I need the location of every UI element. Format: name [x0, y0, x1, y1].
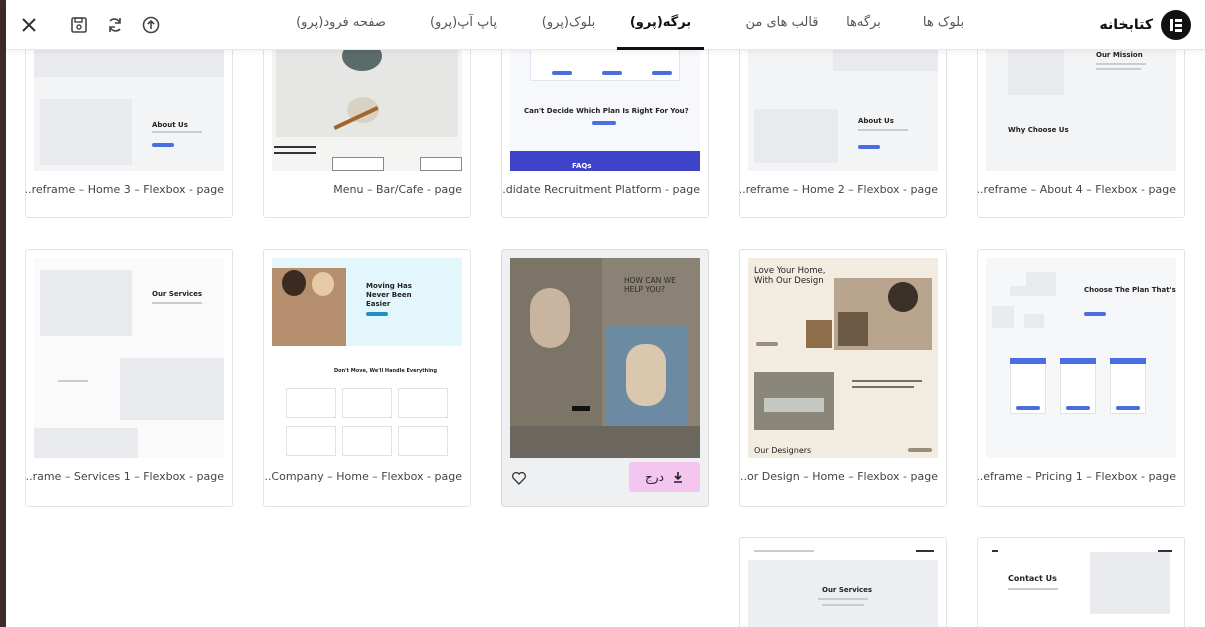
thumb-heading: Our Mission	[1096, 51, 1143, 59]
tab-pages[interactable]: برگه‌ها	[836, 0, 891, 50]
library-logo: کتابخانه	[1100, 10, 1191, 40]
background-edge	[0, 0, 6, 627]
thumb-heading: Can't Decide Which Plan Is Right For You…	[524, 107, 689, 115]
template-card[interactable]: Love Your Home, With Our Design Our Desi…	[739, 249, 947, 507]
thumb-heading: Our Designers	[754, 446, 812, 455]
upload-icon[interactable]	[139, 13, 163, 37]
thumb-heading: Our Services	[822, 586, 873, 594]
template-card[interactable]: About Us ...reframe – Home 3 – Flexbox -…	[25, 30, 233, 218]
template-thumbnail[interactable]: Our Services	[34, 258, 224, 458]
template-thumbnail[interactable]: Our Services	[748, 546, 938, 627]
template-card[interactable]: About Us ...reframe – Home 2 – Flexbox -…	[739, 30, 947, 218]
save-icon[interactable]	[67, 13, 91, 37]
thumb-heading: FAQs	[572, 162, 592, 170]
template-thumbnail[interactable]	[272, 31, 462, 171]
template-card[interactable]: Choose The Plan That's Right For You. ..…	[977, 249, 1185, 507]
template-title: Menu – Bar/Cafe - page	[333, 183, 462, 196]
template-thumbnail[interactable]: Our Mission Why Choose Us	[986, 31, 1176, 171]
template-thumbnail[interactable]: About Us	[748, 31, 938, 171]
thumb-heading: About Us	[858, 117, 894, 125]
template-thumbnail[interactable]: Choose The Plan That's Right For You.	[986, 258, 1176, 458]
template-card[interactable]: Our Services	[739, 537, 947, 627]
tab-popup-pro[interactable]: پاپ آپ(پرو)	[426, 0, 501, 50]
template-card-hovered[interactable]: HOW CAN WE HELP YOU? درج	[501, 249, 709, 507]
template-thumbnail[interactable]: Moving Has Never Been Easier Don't Move,…	[272, 258, 462, 458]
thumb-heading: Don't Move, We'll Handle Everything	[334, 368, 438, 374]
tab-block-pro[interactable]: بلوک(پرو)	[536, 0, 601, 50]
template-title: ...reframe – Home 3 – Flexbox - page	[25, 183, 224, 196]
thumb-heading: Choose The Plan That's Right For You.	[1084, 286, 1176, 294]
tab-my-templates[interactable]: قالب های من	[742, 0, 822, 50]
template-thumbnail[interactable]: About Us	[34, 31, 224, 171]
thumb-heading: HOW CAN WE HELP YOU?	[624, 276, 676, 294]
template-title: ...reframe – Home 2 – Flexbox - page	[739, 183, 938, 196]
template-card[interactable]: Menu – Bar/Cafe - page	[263, 30, 471, 218]
template-title: ...didate Recruitment Platform - page	[501, 183, 700, 196]
tab-page-pro[interactable]: برگه(پرو)	[617, 0, 704, 50]
template-card[interactable]: Contact Us	[977, 537, 1185, 627]
thumb-heading: Why Choose Us	[1008, 126, 1069, 134]
library-header: صفحه فرود(پرو) پاپ آپ(پرو) بلوک(پرو) برگ…	[6, 0, 1205, 50]
sync-icon[interactable]	[103, 13, 127, 37]
insert-label: درج	[645, 470, 664, 484]
template-card[interactable]: Our Services ...rame – Services 1 – Flex…	[25, 249, 233, 507]
elementor-logo-icon	[1161, 10, 1191, 40]
thumb-heading: Love Your Home, With Our Design	[754, 266, 826, 286]
insert-button[interactable]: درج	[629, 462, 700, 492]
template-thumbnail[interactable]: Contact Us	[986, 546, 1176, 627]
template-title: ...eframe – Pricing 1 – Flexbox - page	[977, 470, 1176, 483]
download-icon	[673, 472, 682, 483]
tab-blocks[interactable]: بلوک ها	[916, 0, 971, 50]
template-title: ...reframe – About 4 – Flexbox - page	[977, 183, 1176, 196]
library-title: کتابخانه	[1099, 17, 1153, 33]
thumb-heading: Contact Us	[1008, 574, 1057, 583]
template-card[interactable]: Can't Decide Which Plan Is Right For You…	[501, 30, 709, 218]
favorite-heart-icon[interactable]	[511, 470, 527, 486]
tab-landing-pro[interactable]: صفحه فرود(پرو)	[296, 0, 386, 50]
thumb-heading: About Us	[152, 121, 188, 129]
close-icon[interactable]	[17, 13, 41, 37]
template-thumbnail[interactable]: Love Your Home, With Our Design Our Desi…	[748, 258, 938, 458]
thumb-heading: Moving Has Never Been Easier	[366, 282, 412, 308]
template-thumbnail[interactable]: HOW CAN WE HELP YOU?	[510, 258, 700, 458]
template-card[interactable]: Our Mission Why Choose Us ...reframe – A…	[977, 30, 1185, 218]
template-title: ...rame – Services 1 – Flexbox - page	[25, 470, 224, 483]
template-thumbnail[interactable]: Can't Decide Which Plan Is Right For You…	[510, 31, 700, 171]
template-title: ...Company – Home – Flexbox - page	[263, 470, 462, 483]
template-title: ...or Design – Home – Flexbox - page	[739, 470, 938, 483]
template-card[interactable]: Moving Has Never Been Easier Don't Move,…	[263, 249, 471, 507]
thumb-heading: Our Services	[152, 290, 203, 298]
